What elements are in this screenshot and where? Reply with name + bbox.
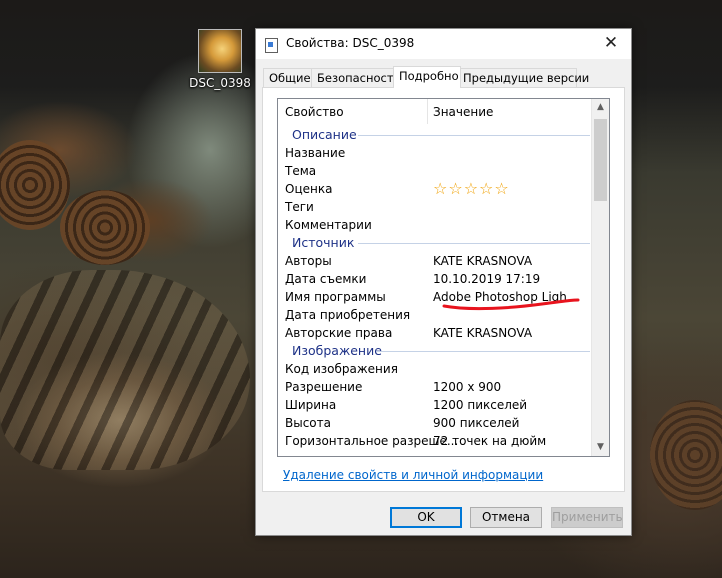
property-value[interactable]: 1200 x 900 xyxy=(433,378,501,396)
property-name: Дата приобретения xyxy=(285,308,411,322)
property-name: Комментарии xyxy=(285,218,372,232)
desktop-file-label: DSC_0398 xyxy=(189,76,251,90)
vertical-scrollbar[interactable]: ▲ ▼ xyxy=(591,99,609,456)
list-header: Свойство Значение xyxy=(278,99,590,124)
property-row[interactable]: Авторские права KATE KRASNOVA xyxy=(278,324,590,342)
column-header-property[interactable]: Свойство xyxy=(285,105,344,119)
file-properties-icon xyxy=(265,38,278,53)
property-name: Разрешение xyxy=(285,380,363,394)
group-description: Описание xyxy=(278,126,590,144)
property-row[interactable]: Авторы KATE KRASNOVA xyxy=(278,252,590,270)
group-heading: Описание xyxy=(292,127,357,142)
property-name: Код изображения xyxy=(285,362,398,376)
tab-general[interactable]: Общие xyxy=(263,68,316,88)
property-row[interactable]: Горизонтальное разреше... 72 точек на дю… xyxy=(278,432,590,450)
properties-dialog: Свойства: DSC_0398 ✕ Общие Безопасность … xyxy=(255,28,632,536)
group-image: Изображение xyxy=(278,342,590,360)
scroll-up-arrow-icon[interactable]: ▲ xyxy=(592,99,609,116)
cancel-button[interactable]: Отмена xyxy=(470,507,542,528)
property-row[interactable]: Дата съемки 10.10.2019 17:19 xyxy=(278,270,590,288)
property-name: Тема xyxy=(285,164,317,178)
property-row[interactable]: Ширина 1200 пикселей xyxy=(278,396,590,414)
column-header-value[interactable]: Значение xyxy=(433,105,493,119)
property-value[interactable]: KATE KRASNOVA xyxy=(433,324,532,342)
property-value[interactable]: KATE KRASNOVA xyxy=(433,252,532,270)
property-row[interactable]: Оценка ☆☆☆☆☆ xyxy=(278,180,590,198)
property-name: Авторские права xyxy=(285,326,393,340)
group-divider xyxy=(376,351,590,352)
details-panel: Свойство Значение Описание Название Тема xyxy=(262,87,625,492)
remove-properties-link[interactable]: Удаление свойств и личной информации xyxy=(283,468,543,482)
property-value[interactable]: 1200 пикселей xyxy=(433,396,527,414)
tab-previous-versions[interactable]: Предыдущие версии xyxy=(457,68,589,88)
property-value[interactable]: 900 пикселей xyxy=(433,414,519,432)
properties-list[interactable]: Свойство Значение Описание Название Тема xyxy=(277,98,610,457)
desktop-file-icon[interactable]: DSC_0398 xyxy=(188,24,252,90)
title-bar[interactable]: Свойства: DSC_0398 ✕ xyxy=(256,29,631,59)
dialog-title: Свойства: DSC_0398 xyxy=(286,36,415,50)
property-value[interactable]: 72 точек на дюйм xyxy=(433,432,546,450)
property-row[interactable]: Название xyxy=(278,144,590,162)
image-thumbnail-icon xyxy=(198,29,242,73)
apply-button[interactable]: Применить xyxy=(551,507,623,528)
property-row[interactable]: Код изображения xyxy=(278,360,590,378)
date-taken-value[interactable]: 10.10.2019 17:19 xyxy=(433,270,540,288)
property-name: Название xyxy=(285,146,346,160)
red-underline-annotation xyxy=(442,298,580,311)
property-row[interactable]: Разрешение 1200 x 900 xyxy=(278,378,590,396)
group-divider xyxy=(358,243,590,244)
scrollbar-thumb[interactable] xyxy=(594,119,607,201)
property-name: Имя программы xyxy=(285,290,386,304)
property-row[interactable]: Теги xyxy=(278,198,590,216)
property-row[interactable]: Комментарии xyxy=(278,216,590,234)
close-button[interactable]: ✕ xyxy=(591,29,631,59)
group-divider xyxy=(358,135,590,136)
property-name: Дата съемки xyxy=(285,272,367,286)
column-divider[interactable] xyxy=(427,99,428,124)
scroll-down-arrow-icon[interactable]: ▼ xyxy=(592,439,609,456)
group-heading: Изображение xyxy=(292,343,382,358)
tab-details[interactable]: Подробно xyxy=(393,66,461,88)
property-name: Авторы xyxy=(285,254,332,268)
property-name: Теги xyxy=(285,200,314,214)
property-name: Оценка xyxy=(285,182,333,196)
property-rows: Описание Название Тема Оценка ☆☆☆☆☆ Теги xyxy=(278,126,590,450)
ok-button[interactable]: OK xyxy=(390,507,462,528)
property-name: Высота xyxy=(285,416,331,430)
property-row[interactable]: Высота 900 пикселей xyxy=(278,414,590,432)
property-row[interactable]: Тема xyxy=(278,162,590,180)
wallpaper-pine-cone xyxy=(60,190,150,265)
property-name: Ширина xyxy=(285,398,337,412)
group-source: Источник xyxy=(278,234,590,252)
tab-security[interactable]: Безопасность xyxy=(311,68,400,88)
rating-stars[interactable]: ☆☆☆☆☆ xyxy=(433,180,510,198)
group-heading: Источник xyxy=(292,235,355,250)
